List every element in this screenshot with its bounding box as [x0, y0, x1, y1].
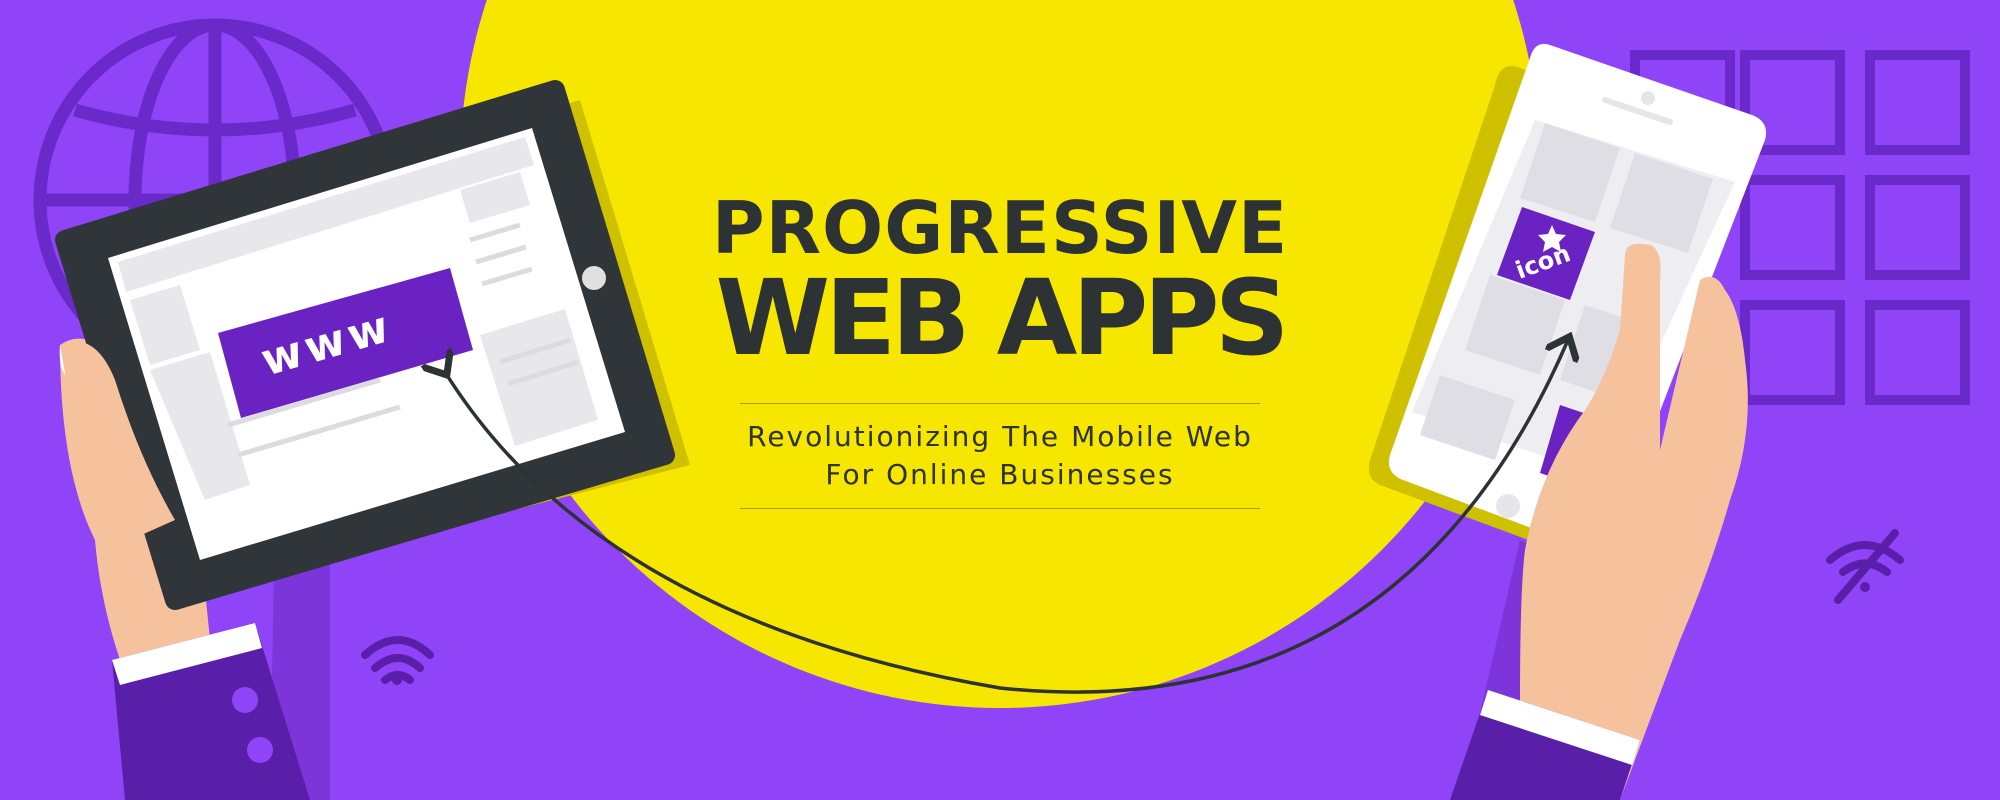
divider-top	[740, 403, 1260, 404]
banner-artwork	[33, 0, 1970, 800]
title-line-1: PROGRESSIVE	[711, 186, 1289, 270]
tablet-home-button	[582, 266, 606, 290]
title-block: PROGRESSIVE WEB APPS	[690, 188, 1310, 370]
phone-home-button	[1496, 494, 1520, 518]
wifi-icon	[361, 636, 434, 685]
subtitle-line-1: Revolutionizing The Mobile Web	[747, 420, 1253, 453]
wifi-off-icon	[1826, 529, 1904, 604]
title-line-2: WEB APPS	[715, 257, 1289, 379]
divider-bottom	[740, 508, 1260, 509]
banner: www icon PROGRESSIVE WEB APPS Revolution…	[0, 0, 2000, 800]
subtitle-line-2: For Online Businesses	[825, 458, 1175, 491]
subtitle: Revolutionizing The Mobile Web For Onlin…	[690, 418, 1310, 494]
